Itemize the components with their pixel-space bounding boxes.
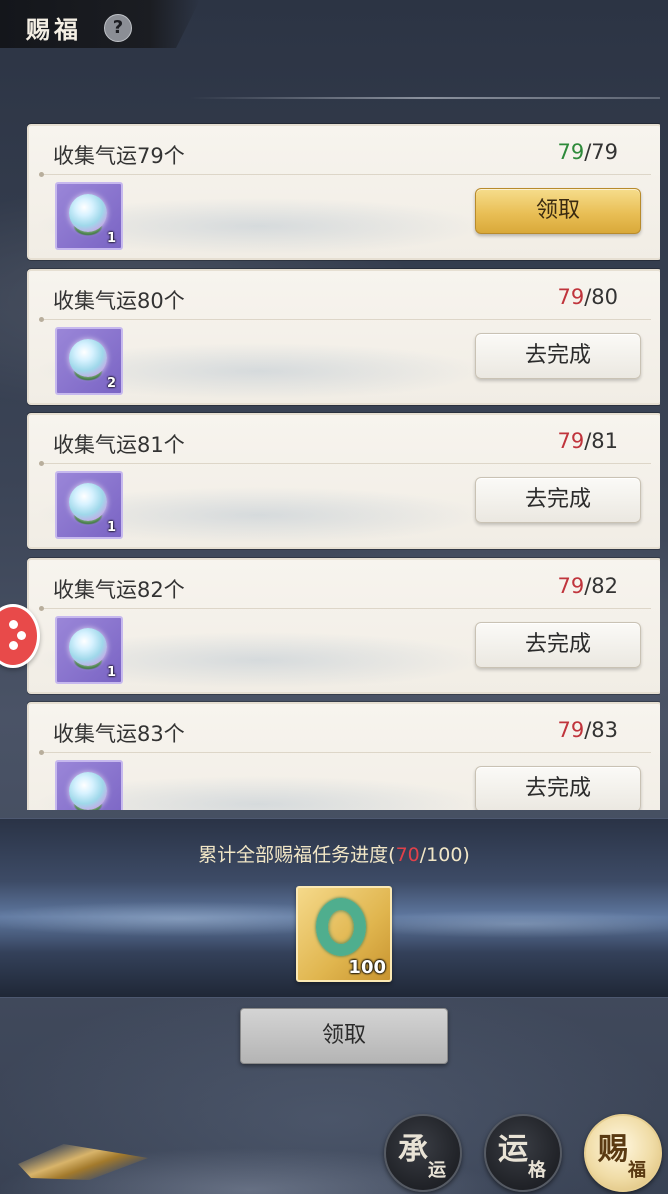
task-card: 收集气运82个 79/82 1 去完成: [27, 558, 660, 694]
task-title: 收集气运80个: [53, 289, 185, 313]
total-progress-text: 累计全部赐福任务进度(70/100): [198, 844, 470, 866]
progress-current: 79: [557, 140, 585, 164]
task-card: 收集气运79个 79/79 1 领取: [27, 124, 660, 260]
task-progress: 79/79: [557, 140, 618, 164]
reward-item[interactable]: 1: [55, 471, 123, 539]
orb-icon: [69, 483, 107, 521]
orb-icon: [69, 628, 107, 666]
reward-item[interactable]: 1: [55, 182, 123, 250]
help-icon[interactable]: ?: [104, 14, 132, 42]
reward-count: 1: [106, 665, 116, 680]
tab-chengyun[interactable]: 承 运: [384, 1114, 462, 1192]
header-divider: [190, 97, 660, 99]
progress-total: /79: [584, 140, 618, 164]
reward-count: 1: [106, 520, 116, 535]
progress-current: 79: [557, 429, 585, 453]
task-progress: 79/80: [557, 285, 618, 309]
page-title: 赐福: [26, 15, 82, 44]
reward-count: 100: [348, 957, 386, 978]
task-progress: 79/82: [557, 574, 618, 598]
total-claim-button[interactable]: 领取: [240, 1008, 448, 1064]
divider: [39, 461, 651, 466]
task-progress: 79/81: [557, 429, 618, 453]
go-complete-button[interactable]: 去完成: [475, 477, 641, 523]
go-complete-button[interactable]: 去完成: [475, 333, 641, 379]
task-list[interactable]: 收集气运79个 79/79 1 领取 收集气运80个 79/80 2 去完成 收…: [27, 122, 660, 810]
total-reward-item[interactable]: 100: [296, 886, 392, 982]
go-complete-button[interactable]: 去完成: [475, 622, 641, 668]
task-title: 收集气运79个: [53, 144, 185, 168]
orb-icon: [69, 772, 107, 810]
total-progress-current: 70: [395, 844, 420, 866]
orb-icon: [69, 339, 107, 377]
divider: [39, 172, 651, 177]
progress-current: 79: [557, 285, 585, 309]
tab-yunge[interactable]: 运 格: [484, 1114, 562, 1192]
task-card: 收集气运83个 79/83 去完成: [27, 702, 660, 810]
task-card: 收集气运80个 79/80 2 去完成: [27, 269, 660, 405]
divider: [39, 750, 651, 755]
reward-item[interactable]: 1: [55, 616, 123, 684]
progress-total: /80: [584, 285, 618, 309]
jade-ring-icon: [316, 898, 366, 956]
task-title: 收集气运83个: [53, 722, 185, 746]
progress-current: 79: [557, 718, 585, 742]
orb-icon: [69, 194, 107, 232]
reward-item[interactable]: [55, 760, 123, 810]
claim-button[interactable]: 领取: [475, 188, 641, 234]
reward-item[interactable]: 2: [55, 327, 123, 395]
go-complete-button[interactable]: 去完成: [475, 766, 641, 810]
task-title: 收集气运82个: [53, 578, 185, 602]
tab-cifu[interactable]: 赐 福: [584, 1114, 662, 1192]
progress-total: /83: [584, 718, 618, 742]
progress-total: /81: [584, 429, 618, 453]
progress-total: /82: [584, 574, 618, 598]
task-title: 收集气运81个: [53, 433, 185, 457]
divider: [39, 317, 651, 322]
task-progress: 79/83: [557, 718, 618, 742]
reward-count: 2: [106, 376, 116, 391]
task-card: 收集气运81个 79/81 1 去完成: [27, 413, 660, 549]
divider: [39, 606, 651, 611]
reward-count: 1: [106, 231, 116, 246]
progress-current: 79: [557, 574, 585, 598]
